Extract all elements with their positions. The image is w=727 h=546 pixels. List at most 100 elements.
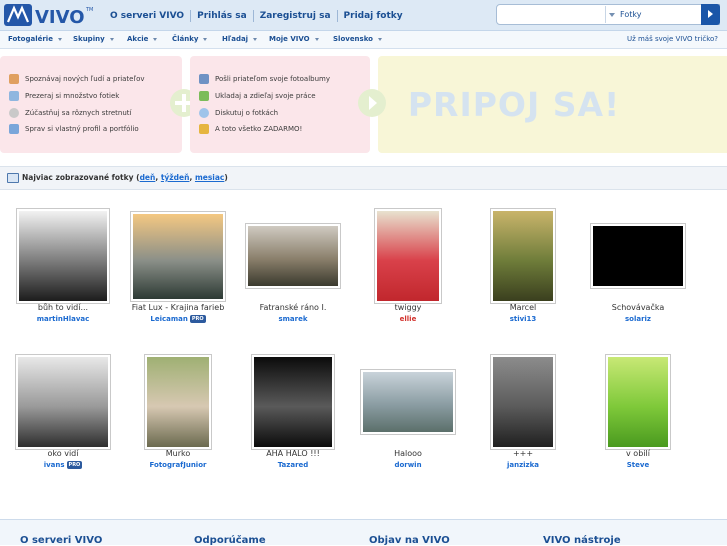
tshirt-link[interactable]: Už máš svoje VIVO tričko? — [627, 35, 718, 43]
photo-card: Fiat Lux - Krajina farieb Leicaman PRO — [123, 205, 233, 345]
promo-item-label: A toto všetko ZADARMO! — [215, 125, 303, 133]
photo-thumbnail[interactable] — [605, 354, 671, 450]
album-icon — [199, 74, 209, 84]
photo-author[interactable]: janzizka — [468, 461, 578, 469]
subnav-articles[interactable]: Články — [172, 35, 208, 43]
promo-item-label: Zúčastňuj sa rôznych stretnutí — [25, 109, 132, 117]
photo-thumbnail[interactable] — [144, 354, 212, 450]
photo-thumbnail[interactable] — [130, 210, 226, 302]
photo-card: Halooo dorwin — [353, 351, 463, 491]
photo-thumbnail[interactable] — [245, 223, 341, 289]
photo-author[interactable]: Tazared — [238, 461, 348, 469]
photo-thumbnail[interactable] — [374, 208, 442, 304]
subnav-groups[interactable]: Skupiny — [73, 35, 114, 43]
photo-title[interactable]: Halooo — [353, 449, 463, 458]
photo-image — [377, 211, 439, 301]
pro-badge: PRO — [189, 315, 206, 323]
photo-title[interactable]: Murko — [123, 449, 233, 458]
photo-grid: bůh to vidí... martinHlavac Fiat Lux - Kra… — [0, 200, 727, 490]
photo-thumbnail[interactable] — [590, 223, 686, 289]
photo-title[interactable]: twiggy — [353, 303, 463, 312]
photo-title[interactable]: Marcel — [468, 303, 578, 312]
photo-author[interactable]: Steve — [583, 461, 693, 469]
footer-discover[interactable]: Objav na VIVO — [369, 535, 450, 546]
photo-thumbnail[interactable] — [360, 369, 456, 435]
footer-tools[interactable]: VIVO nástroje — [543, 535, 621, 546]
photo-image — [593, 226, 683, 286]
people-icon — [9, 74, 19, 84]
photo-card: oko vidí ivans PRO — [8, 351, 118, 491]
nav-register[interactable]: Zaregistruj sa — [252, 10, 337, 22]
author-name: smarek — [278, 315, 308, 323]
photo-title[interactable]: oko vidí — [8, 449, 118, 458]
photo-title[interactable]: Fatranské ráno I. — [238, 303, 348, 312]
subnav-my-vivo[interactable]: Moje VIVO — [269, 35, 319, 43]
photo-card: bůh to vidí... martinHlavac — [8, 205, 118, 345]
photo-card: Murko FotografJunior — [123, 351, 233, 491]
photo-author[interactable]: martinHlavac — [8, 315, 118, 323]
promo-features-left: Spoznávaj nových ľudí a priateľov Prezer… — [0, 56, 182, 153]
photo-thumbnail[interactable] — [15, 354, 111, 450]
author-name: ivans — [43, 461, 65, 469]
author-name: FotografJunior — [149, 461, 207, 469]
author-name: martinHlavac — [36, 315, 90, 323]
promo-item-label: Sprav si vlastný profil a portfólio — [25, 125, 139, 133]
subnav-search[interactable]: Hľadaj — [222, 35, 258, 43]
period-month-link[interactable]: mesiac — [195, 173, 224, 182]
photo-author[interactable]: FotografJunior — [123, 461, 233, 469]
nav-about[interactable]: O serveri VIVO — [104, 10, 190, 22]
photo-title[interactable]: bůh to vidí... — [8, 303, 118, 312]
photo-author[interactable]: ivans PRO — [8, 461, 118, 469]
photo-thumbnail[interactable] — [251, 354, 335, 450]
share-icon — [199, 91, 209, 101]
photo-thumbnail[interactable] — [16, 208, 110, 304]
logo-trademark: TM — [85, 7, 93, 13]
nav-login[interactable]: Prihlás sa — [190, 10, 253, 22]
nav-add-photos[interactable]: Pridaj fotky — [336, 10, 409, 22]
photo-title[interactable]: v obilí — [583, 449, 693, 458]
join-banner[interactable]: PRIPOJ SA! — [378, 56, 727, 153]
period-week-link[interactable]: týždeň — [161, 173, 190, 182]
search-submit-button[interactable] — [701, 4, 720, 25]
promo-item: Diskutuj o fotkách — [199, 107, 278, 119]
photo-title[interactable]: +++ — [468, 449, 578, 458]
photo-author[interactable]: solariz — [583, 315, 693, 323]
photo-card: twiggy ellie — [353, 205, 463, 345]
photo-thumbnail[interactable] — [490, 208, 556, 304]
promo-item-label: Pošli priateľom svoje fotoalbumy — [215, 75, 330, 83]
vivo-logo[interactable]: VIVO TM — [4, 3, 96, 27]
promo-item-label: Prezeraj si množstvo fotiek — [25, 92, 120, 100]
chevron-down-icon — [57, 37, 62, 41]
promo-banner: Spoznávaj nových ľudí a priateľov Prezer… — [0, 56, 727, 153]
footer-about[interactable]: O serveri VIVO — [20, 535, 102, 546]
top-nav: O serveri VIVO Prihlás sa Zaregistruj sa… — [104, 10, 409, 22]
photo-author[interactable]: stivi13 — [468, 315, 578, 323]
promo-item-label: Diskutuj o fotkách — [215, 109, 279, 117]
photo-author[interactable]: Leicaman PRO — [123, 315, 233, 323]
period-day-link[interactable]: deň — [140, 173, 156, 182]
photo-author[interactable]: dorwin — [353, 461, 463, 469]
footer-recommended[interactable]: Odporúčame — [194, 535, 266, 546]
promo-item: Sprav si vlastný profil a portfólio — [9, 123, 139, 135]
photo-author[interactable]: ellie — [353, 315, 463, 323]
search-input[interactable] — [499, 7, 603, 22]
join-text: PRIPOJ SA! — [407, 85, 621, 124]
subnav-label: Fotogalérie — [8, 35, 53, 43]
subnav-slovakia[interactable]: Slovensko — [333, 35, 382, 43]
photo-image — [147, 357, 209, 447]
photo-thumbnail[interactable] — [490, 354, 556, 450]
section-title: Najviac zobrazované fotky (deň, týždeň, … — [22, 173, 228, 182]
top-bar: VIVO TM O serveri VIVO Prihlás sa Zaregi… — [0, 0, 727, 31]
photo-title[interactable]: Fiat Lux - Krajina farieb — [123, 303, 233, 312]
speech-bubble-icon — [199, 108, 209, 118]
search-category-select[interactable]: Fotky — [605, 6, 701, 23]
chevron-down-icon — [314, 37, 319, 41]
subnav-events[interactable]: Akcie — [127, 35, 158, 43]
photo-card: AHA HALO !!! Tazared — [238, 351, 348, 491]
subnav-photogalleries[interactable]: Fotogalérie — [8, 35, 62, 43]
photo-image — [19, 211, 107, 301]
photo-author[interactable]: smarek — [238, 315, 348, 323]
photo-title[interactable]: AHA HALO !!! — [238, 449, 348, 458]
chevron-down-icon — [203, 37, 208, 41]
photo-title[interactable]: Schovávačka — [583, 303, 693, 312]
